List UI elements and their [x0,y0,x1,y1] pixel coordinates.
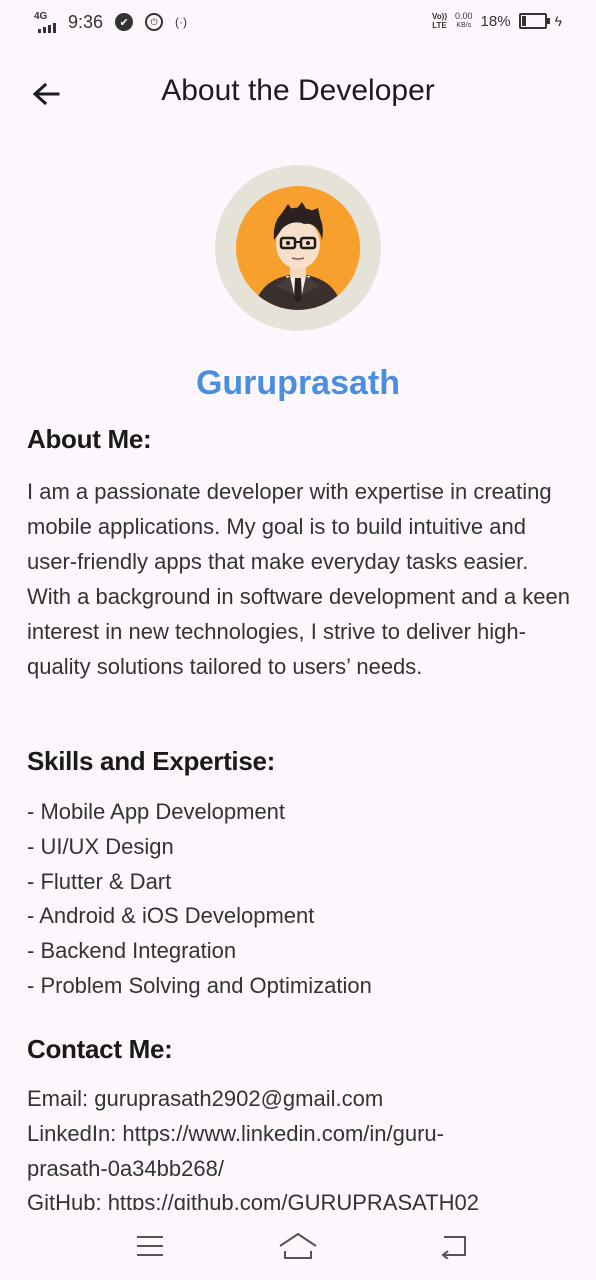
app-bar: About the Developer [0,60,596,126]
list-item: - Android & iOS Development [27,903,315,929]
signal-icon: 4G [34,11,60,33]
notification-check-icon: ✔ [115,13,134,31]
menu-icon [137,1236,163,1256]
hotspot-icon: (·) [175,15,188,29]
list-item: - Flutter & Dart [27,868,172,894]
network-speed: 0.00 KB/s [455,11,473,30]
contact-heading: Contact Me: [27,1034,173,1064]
screen-content: 4G 9:36 ✔ ⏻ (·) Vo)) LTE 0.00 KB/s 18% ϟ… [0,0,596,1210]
page-title: About the Developer [161,74,435,107]
list-item: - Backend Integration [27,938,237,964]
system-nav-bar [0,1210,596,1280]
list-item: - Problem Solving and Optimization [27,972,372,998]
about-text: I am a passionate developer with experti… [27,479,570,679]
skills-list: - Mobile App Development - UI/UX Design … [27,795,577,1004]
contact-email[interactable]: Email: guruprasath2902@gmail.com [27,1082,567,1117]
back-nav-icon [441,1236,466,1259]
avatar-frame [215,165,381,331]
battery-icon [518,13,550,29]
home-button[interactable] [268,1224,328,1268]
network-type: 4G [34,11,48,22]
status-time: 9:36 [68,11,104,32]
contact-linkedin[interactable]: LinkedIn: https://www.linkedin.com/in/gu… [27,1117,567,1187]
list-item: - UI/UX Design [27,833,174,859]
recent-apps-button[interactable] [120,1224,180,1268]
volte-indicator: Vo)) LTE [432,12,448,30]
notification-app-icon: ⏻ [145,13,164,31]
battery-percent: 18% [480,12,511,30]
contact-info: Email: guruprasath2902@gmail.com LinkedI… [27,1082,567,1210]
about-heading: About Me: [27,424,152,454]
developer-name: Guruprasath [195,364,401,402]
charging-icon: ϟ [554,13,562,29]
status-bar: 4G 9:36 ✔ ⏻ (·) Vo)) LTE 0.00 KB/s 18% ϟ [0,0,596,46]
list-item: - Mobile App Development [27,799,286,824]
back-nav-button[interactable] [424,1224,484,1268]
home-icon [279,1232,317,1259]
contact-github[interactable]: GitHub: https://github.com/GURUPRASATH02 [27,1186,567,1210]
developer-avatar-icon [236,186,360,310]
skills-heading: Skills and Expertise: [27,746,276,776]
